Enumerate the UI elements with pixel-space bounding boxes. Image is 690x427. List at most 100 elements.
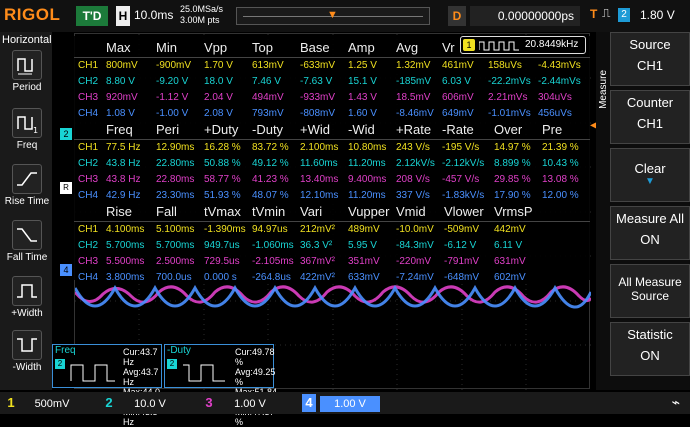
cell: -9.20 V	[156, 76, 189, 87]
cell: 606mV	[442, 92, 474, 103]
table-row: CH2 8.80 V -9.20 V 18.0 V 7.46 V -7.63 V…	[74, 74, 590, 90]
cell: -22.2mVs	[488, 76, 531, 87]
cell: 5.100ms	[156, 224, 195, 235]
trigger-level-value[interactable]: 1.80 V	[640, 8, 675, 22]
cell: 15.1 V	[348, 76, 377, 87]
cell: 208 V/s	[396, 174, 430, 185]
cell: 51.93 %	[204, 190, 241, 201]
period-label: Period	[12, 82, 42, 93]
cell: 29.85 %	[494, 174, 531, 185]
measure-all-button[interactable]: Measure All ON	[610, 206, 690, 260]
ch4-indicator[interactable]: 4 1.00 V	[302, 394, 380, 412]
col-header: Max	[106, 40, 131, 55]
cell: 2.04 V	[204, 92, 233, 103]
rise-time-button[interactable]: Rise Time	[4, 164, 50, 214]
trigger-position-timeline[interactable]: ▼	[236, 7, 430, 25]
cell: -4.43mVs	[538, 60, 581, 71]
clear-button[interactable]: Clear ▼	[610, 148, 690, 202]
freq-label: Freq	[16, 140, 38, 151]
cell: 5.95 V	[348, 240, 377, 251]
cell: 1.08 V	[106, 108, 135, 119]
ch1-scale: 500mV	[34, 398, 70, 410]
table-row: CH3 920mV -1.12 V 2.04 V 494mV -933mV 1.…	[74, 90, 590, 106]
cell: 11.20ms	[348, 190, 386, 201]
measure-all-label: Measure All	[616, 211, 684, 226]
plus-width-icon	[12, 276, 42, 306]
run-state-badge[interactable]: T'D	[76, 6, 108, 26]
square-wave-icon	[479, 41, 519, 51]
table-row: CH3 5.500ms 2.500ms 729.5us -2.105ms 367…	[74, 254, 590, 270]
counter-button[interactable]: Counter CH1	[610, 90, 690, 144]
timebase-value[interactable]: 10.0ms	[134, 8, 173, 22]
cell: -84.3mV	[396, 240, 434, 251]
cell: 602mV	[494, 272, 526, 283]
plus-width-button[interactable]: +Width	[4, 276, 50, 326]
cell: 949.7us	[204, 240, 240, 251]
col-header: +Rate	[396, 122, 432, 137]
ch2-indicator[interactable]: 2 10.0 V	[102, 394, 180, 412]
trigger-label: T	[590, 7, 598, 21]
trigger-source-badge[interactable]: 2	[618, 8, 630, 22]
cell: 12.10ms	[300, 190, 339, 201]
period-button[interactable]: Period	[4, 50, 50, 100]
source-label: Source	[629, 37, 671, 52]
cell: 9.400ms	[348, 174, 387, 185]
source-value: CH1	[636, 58, 663, 73]
cell: 304uVs	[538, 92, 572, 103]
frequency-counter: 1 20.8449kHz	[460, 36, 586, 54]
trigger-position-marker-icon: ▼	[327, 9, 338, 21]
counter-channel-badge: 1	[463, 39, 475, 51]
measure-tab[interactable]: Measure	[598, 70, 609, 109]
memory-depth-value: 3.00M pts	[180, 15, 220, 25]
ch2-offset-marker[interactable]: 2	[60, 128, 72, 140]
delay-value[interactable]: 0.00000000ps	[470, 6, 580, 26]
ch4-scale: 1.00 V	[320, 396, 380, 412]
cell: -1.00 V	[156, 108, 189, 119]
ch4-offset-marker[interactable]: 4	[60, 264, 72, 276]
ch1-number: 1	[7, 395, 15, 410]
cell: 337 V/s	[396, 190, 430, 201]
stat-channel-badge: 2	[55, 359, 65, 369]
cell: 2.08 V	[204, 108, 233, 119]
cell: 2.500ms	[156, 256, 195, 267]
stat-freq: Freq 2 Cur:43.7 Hz Avg:43.7 Hz Max:44.0 …	[52, 344, 162, 427]
col-header: Min	[156, 40, 177, 55]
ch1-indicator[interactable]: 1 500mV	[4, 394, 82, 412]
cell: 11.20ms	[348, 158, 386, 169]
cell: 6.03 V	[442, 76, 471, 87]
col-header: Avg	[396, 40, 419, 55]
cell: 0.000 s	[204, 272, 237, 283]
cell: 649mV	[442, 108, 474, 119]
cell: 2.21mVs	[488, 92, 528, 103]
counter-value-menu: CH1	[636, 116, 663, 131]
freq-icon: 1	[12, 108, 42, 138]
cell: -185mV	[396, 76, 432, 87]
fall-time-button[interactable]: Fall Time	[4, 220, 50, 270]
measure-all-value: ON	[640, 232, 660, 247]
cell: -509mV	[444, 224, 480, 235]
ch3-indicator[interactable]: 3 1.00 V	[202, 394, 280, 412]
freq-button[interactable]: 1 Freq	[4, 108, 50, 158]
ch3-scale: 1.00 V	[234, 398, 266, 410]
cell: 83.72 %	[252, 142, 289, 153]
all-measure-source-label: All Measure Source	[618, 275, 682, 303]
cell: 48.07 %	[252, 190, 289, 201]
cell: 1.70 V	[204, 60, 233, 71]
col-header: Vr	[442, 40, 455, 55]
statistic-label: Statistic	[627, 327, 673, 342]
col-header: Fall	[156, 204, 177, 219]
channel-label: CH3	[78, 92, 99, 103]
cell: 613mV	[252, 60, 284, 71]
minus-width-button[interactable]: -Width	[4, 330, 50, 380]
cell: 49.12 %	[252, 158, 289, 169]
rising-edge-icon: ⎍	[602, 6, 611, 20]
cell: 700.0us	[156, 272, 192, 283]
all-measure-source-button[interactable]: All Measure Source	[610, 264, 690, 318]
cell: 631mV	[494, 256, 526, 267]
rise-time-icon	[12, 164, 42, 194]
statistic-button[interactable]: Statistic ON	[610, 322, 690, 376]
ref-marker[interactable]: R	[60, 182, 72, 194]
cell: -264.8us	[252, 272, 291, 283]
horizontal-menu-title: Horizontal	[2, 34, 52, 46]
source-button[interactable]: Source CH1	[610, 32, 690, 86]
